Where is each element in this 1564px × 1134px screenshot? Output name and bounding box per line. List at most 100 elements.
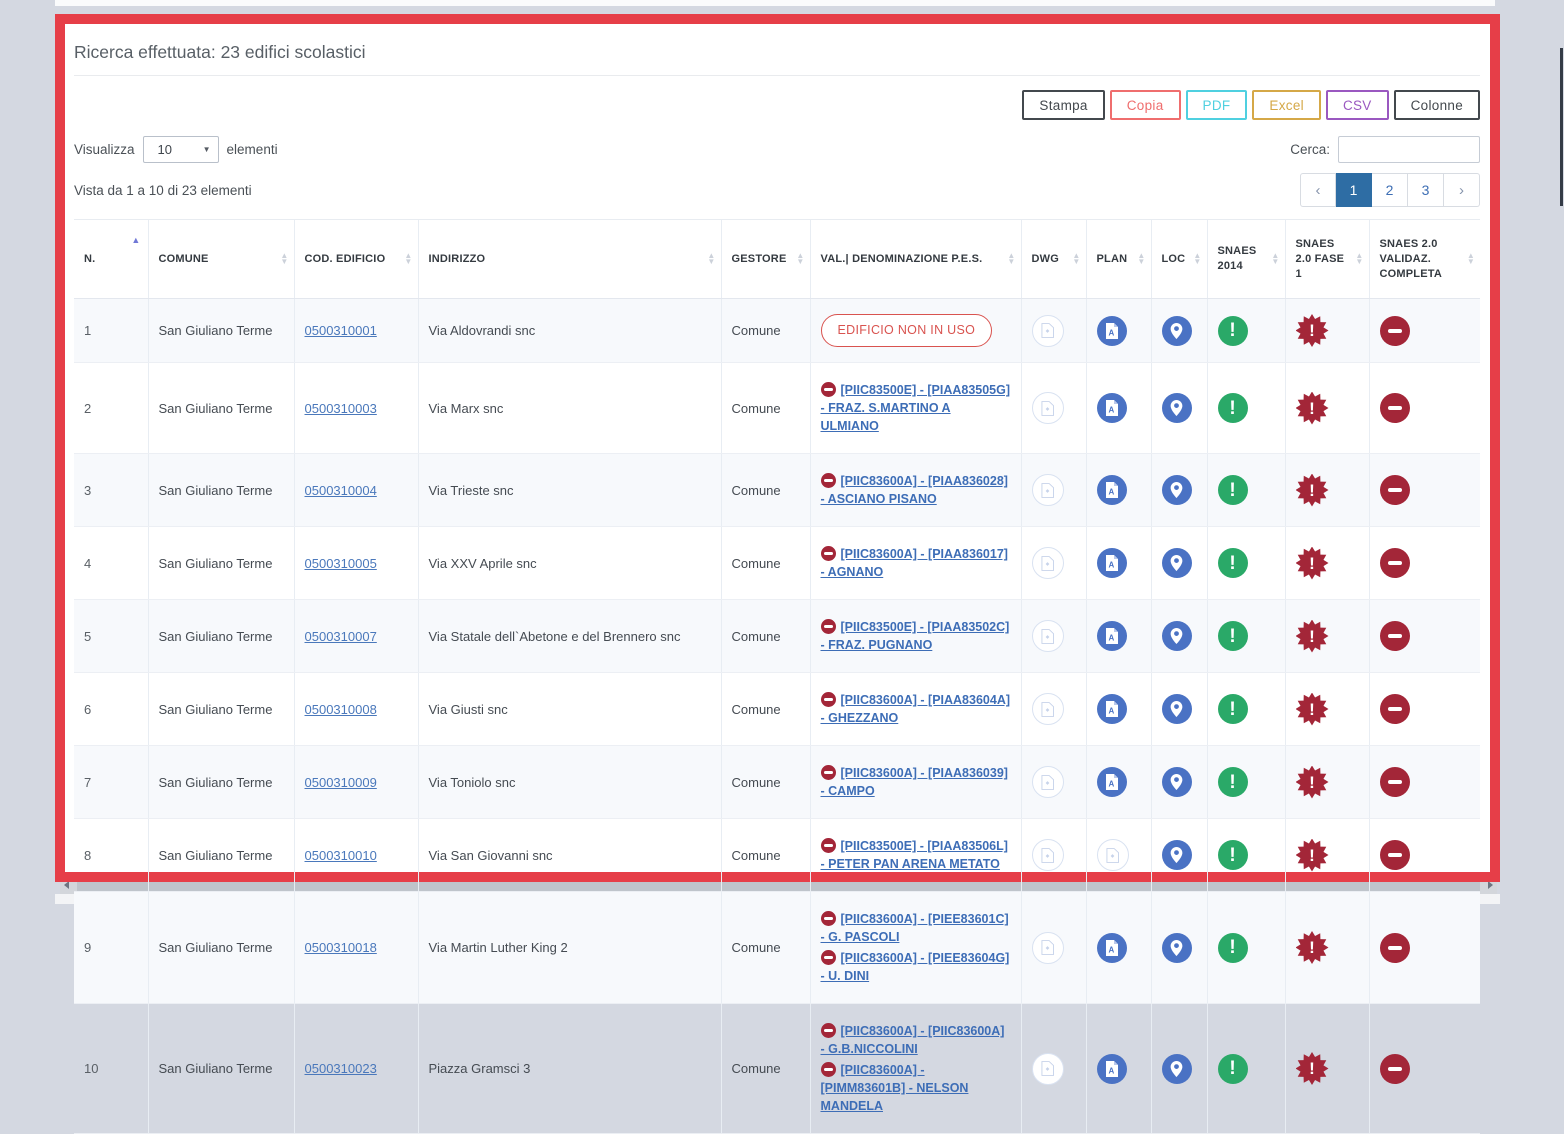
building-code-link[interactable]: 0500310003: [305, 401, 377, 416]
column-header-comune[interactable]: COMUNE▲▼: [148, 220, 294, 299]
pes-link[interactable]: [PIIC83600A] - [PIAA836017] - AGNANO: [821, 547, 1008, 579]
column-header-n[interactable]: N.▲: [74, 220, 148, 299]
location-pin-icon[interactable]: [1162, 621, 1192, 651]
location-pin-icon[interactable]: [1162, 548, 1192, 578]
cell-loc: [1151, 527, 1207, 600]
pagination-next[interactable]: ›: [1444, 173, 1480, 207]
column-header-indirizzo[interactable]: INDIRIZZO▲▼: [418, 220, 721, 299]
dwg-file-icon: [1032, 474, 1064, 506]
building-code-link[interactable]: 0500310008: [305, 702, 377, 717]
cell-snaes-2014: !: [1207, 527, 1285, 600]
column-header-fase1[interactable]: SNAES 2.0 FASE 1▲▼: [1285, 220, 1369, 299]
toolbar-button-excel[interactable]: Excel: [1252, 90, 1321, 120]
pdf-file-icon[interactable]: A: [1097, 393, 1127, 423]
location-pin-icon[interactable]: [1162, 694, 1192, 724]
pes-link[interactable]: [PIIC83600A] - [PIAA836039] - CAMPO: [821, 766, 1008, 798]
exclamation-circle-icon: !: [1218, 933, 1248, 963]
minus-circle-icon: [1380, 475, 1410, 505]
building-code-link[interactable]: 0500310007: [305, 629, 377, 644]
pagination-page-1[interactable]: 1: [1336, 173, 1372, 207]
pes-link[interactable]: [PIIC83500E] - [PIAA83505G] - FRAZ. S.MA…: [821, 383, 1011, 433]
pagination-page-2[interactable]: 2: [1372, 173, 1408, 207]
cell-dwg: [1021, 363, 1086, 454]
cell-snaes-validaz: [1369, 819, 1480, 892]
cell-snaes-fase1: !: [1285, 527, 1369, 600]
cell-gestore: Comune: [721, 527, 810, 600]
pes-link[interactable]: [PIIC83600A] - [PIAA83604A] - GHEZZANO: [821, 693, 1011, 725]
pdf-file-icon[interactable]: A: [1097, 933, 1127, 963]
pes-link[interactable]: [PIIC83600A] - [PIIC83600A] - G.B.NICCOL…: [821, 1024, 1005, 1056]
building-code-link[interactable]: 0500310018: [305, 940, 377, 955]
location-pin-icon[interactable]: [1162, 840, 1192, 870]
pdf-file-icon[interactable]: A: [1097, 548, 1127, 578]
pes-entry: [PIIC83500E] - [PIAA83502C] - FRAZ. PUGN…: [821, 618, 1011, 654]
pdf-file-icon[interactable]: A: [1097, 767, 1127, 797]
pes-entry: [PIIC83600A] - [PIAA836028] - ASCIANO PI…: [821, 472, 1011, 508]
building-code-link[interactable]: 0500310010: [305, 848, 377, 863]
pes-link[interactable]: [PIIC83600A] - [PIEE83604G] - U. DINI: [821, 951, 1010, 983]
cell-snaes-2014: !: [1207, 892, 1285, 1004]
pes-link[interactable]: [PIIC83500E] - [PIAA83506L] - PETER PAN …: [821, 839, 1008, 871]
cell-gestore: Comune: [721, 363, 810, 454]
dwg-file-icon: [1032, 315, 1064, 347]
minus-circle-icon: [821, 382, 836, 397]
cell-loc: [1151, 454, 1207, 527]
column-label-pes: VAL.| DENOMINAZIONE P.E.S.: [821, 253, 983, 265]
toolbar-button-colonne[interactable]: Colonne: [1394, 90, 1480, 120]
cell-codice: 0500310007: [294, 600, 418, 673]
column-header-snaes2014[interactable]: SNAES 2014▲▼: [1207, 220, 1285, 299]
building-code-link[interactable]: 0500310023: [305, 1061, 377, 1076]
location-pin-icon[interactable]: [1162, 475, 1192, 505]
svg-text:A: A: [1108, 406, 1114, 415]
cell-snaes-2014: !: [1207, 746, 1285, 819]
location-pin-icon[interactable]: [1162, 316, 1192, 346]
toolbar-button-csv[interactable]: CSV: [1326, 90, 1389, 120]
column-header-pes[interactable]: VAL.| DENOMINAZIONE P.E.S.▲▼: [810, 220, 1021, 299]
cell-pes: [PIIC83600A] - [PIAA836028] - ASCIANO PI…: [810, 454, 1021, 527]
location-pin-icon[interactable]: [1162, 933, 1192, 963]
svg-text:A: A: [1108, 328, 1114, 337]
cell-plan: A: [1086, 527, 1151, 600]
building-code-link[interactable]: 0500310005: [305, 556, 377, 571]
title-divider: [74, 75, 1480, 76]
location-pin-icon[interactable]: [1162, 1054, 1192, 1084]
column-header-gestore[interactable]: GESTORE▲▼: [721, 220, 810, 299]
page-size-select[interactable]: 10 ▼: [143, 136, 219, 163]
column-header-loc[interactable]: LOC▲▼: [1151, 220, 1207, 299]
cell-plan: A: [1086, 600, 1151, 673]
cell-pes: [PIIC83500E] - [PIAA83506L] - PETER PAN …: [810, 819, 1021, 892]
pes-link[interactable]: [PIIC83600A] - [PIMM83601B] - NELSON MAN…: [821, 1063, 969, 1113]
pdf-file-icon[interactable]: A: [1097, 1054, 1127, 1084]
location-pin-icon[interactable]: [1162, 393, 1192, 423]
toolbar-button-copia[interactable]: Copia: [1110, 90, 1181, 120]
cell-plan: [1086, 819, 1151, 892]
toolbar-button-pdf[interactable]: PDF: [1186, 90, 1248, 120]
column-header-codice[interactable]: COD. EDIFICIO▲▼: [294, 220, 418, 299]
toolbar-button-stampa[interactable]: Stampa: [1022, 90, 1104, 120]
cell-snaes-2014: !: [1207, 600, 1285, 673]
pes-link[interactable]: [PIIC83500E] - [PIAA83502C] - FRAZ. PUGN…: [821, 620, 1010, 652]
building-code-link[interactable]: 0500310009: [305, 775, 377, 790]
pdf-file-icon[interactable]: A: [1097, 475, 1127, 505]
pdf-file-icon[interactable]: A: [1097, 316, 1127, 346]
table-row: 6San Giuliano Terme0500310008Via Giusti …: [74, 673, 1480, 746]
building-code-link[interactable]: 0500310004: [305, 483, 377, 498]
pes-link[interactable]: [PIIC83600A] - [PIEE83601C] - G. PASCOLI: [821, 912, 1009, 944]
cell-n: 10: [74, 1004, 148, 1134]
cell-dwg: [1021, 1004, 1086, 1134]
column-header-dwg[interactable]: DWG▲▼: [1021, 220, 1086, 299]
cell-comune: San Giuliano Terme: [148, 673, 294, 746]
cell-comune: San Giuliano Terme: [148, 819, 294, 892]
search-input[interactable]: [1338, 136, 1480, 163]
pdf-file-icon[interactable]: A: [1097, 621, 1127, 651]
cell-n: 3: [74, 454, 148, 527]
building-code-link[interactable]: 0500310001: [305, 323, 377, 338]
location-pin-icon[interactable]: [1162, 767, 1192, 797]
column-header-validaz[interactable]: SNAES 2.0 VALIDAZ. COMPLETA▲▼: [1369, 220, 1480, 299]
pes-link[interactable]: [PIIC83600A] - [PIAA836028] - ASCIANO PI…: [821, 474, 1008, 506]
pagination-prev[interactable]: ‹: [1300, 173, 1336, 207]
pdf-file-icon[interactable]: A: [1097, 694, 1127, 724]
cell-pes: [PIIC83600A] - [PIAA836017] - AGNANO: [810, 527, 1021, 600]
column-header-plan[interactable]: PLAN▲▼: [1086, 220, 1151, 299]
pagination-page-3[interactable]: 3: [1408, 173, 1444, 207]
